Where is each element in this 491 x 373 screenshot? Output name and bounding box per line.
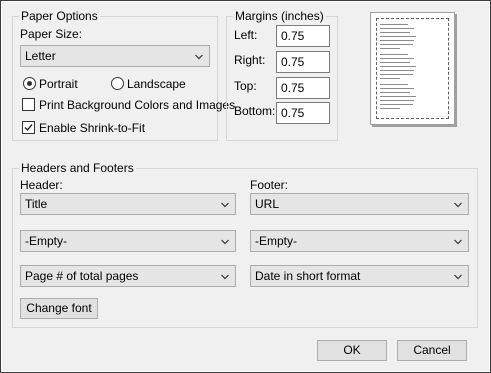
paper-options-title: Paper Options — [19, 9, 100, 23]
paper-size-value: Letter — [25, 49, 56, 63]
preview-text-line — [380, 24, 408, 25]
ok-button[interactable]: OK — [317, 340, 387, 361]
print-background-checkbox[interactable] — [22, 98, 35, 111]
preview-text-line — [380, 40, 414, 41]
chevron-down-icon — [221, 202, 229, 208]
preview-text-line — [380, 28, 414, 29]
header-label: Header: — [20, 178, 63, 192]
margin-top-input[interactable]: 0.75 — [276, 77, 330, 99]
preview-text-line — [380, 84, 408, 85]
footer-select-2-value: -Empty- — [255, 234, 297, 248]
preview-text-line — [380, 48, 400, 49]
shrink-to-fit-label[interactable]: Enable Shrink-to-Fit — [39, 121, 145, 135]
margin-left-input[interactable]: 0.75 — [276, 25, 330, 47]
margin-bottom-input[interactable]: 0.75 — [276, 102, 330, 124]
preview-text-line — [380, 58, 414, 59]
footer-select-1-value: URL — [255, 197, 280, 211]
preview-text-line — [380, 36, 416, 37]
preview-text-line — [380, 70, 414, 71]
portrait-radio[interactable] — [23, 77, 36, 90]
chevron-down-icon — [454, 274, 462, 280]
headers-footers-title: Headers and Footers — [19, 161, 136, 175]
preview-text-line — [380, 92, 410, 93]
header-select-1-value: Title — [25, 197, 48, 211]
preview-text-line — [380, 104, 413, 105]
header-select-2[interactable]: -Empty- — [20, 230, 236, 252]
change-font-button[interactable]: Change font — [20, 298, 98, 319]
page-preview — [370, 12, 455, 125]
landscape-label[interactable]: Landscape — [127, 77, 186, 91]
page-setup-dialog: Paper Options Paper Size: Letter Portrai… — [0, 0, 491, 373]
preview-text-line — [380, 66, 416, 67]
chevron-down-icon — [454, 202, 462, 208]
header-select-2-value: -Empty- — [25, 234, 67, 248]
margin-top-label: Top: — [234, 79, 257, 93]
preview-text-line — [380, 88, 414, 89]
margin-right-input[interactable]: 0.75 — [276, 51, 330, 73]
checkmark-icon — [24, 124, 33, 132]
preview-text-line — [380, 62, 410, 63]
paper-size-label: Paper Size: — [20, 27, 83, 41]
margin-bottom-label: Bottom: — [234, 104, 276, 118]
chevron-down-icon — [454, 239, 462, 245]
chevron-down-icon — [195, 54, 203, 60]
header-select-3[interactable]: Page # of total pages — [20, 265, 236, 287]
portrait-radio-dot — [27, 81, 32, 86]
margins-title: Margins (inches) — [233, 9, 326, 23]
preview-text-line — [380, 44, 413, 45]
footer-label: Footer: — [250, 178, 289, 192]
preview-text-line — [380, 78, 400, 79]
preview-text-line — [380, 108, 400, 109]
header-select-1[interactable]: Title — [20, 193, 236, 215]
margin-right-label: Right: — [234, 53, 266, 67]
preview-text-line — [380, 100, 414, 101]
preview-text-line — [380, 54, 408, 55]
footer-select-3-value: Date in short format — [255, 269, 361, 283]
portrait-label[interactable]: Portrait — [39, 77, 78, 91]
margin-left-label: Left: — [234, 28, 258, 42]
print-background-label[interactable]: Print Background Colors and Images — [39, 98, 235, 112]
chevron-down-icon — [221, 239, 229, 245]
header-select-3-value: Page # of total pages — [25, 269, 139, 283]
footer-select-3[interactable]: Date in short format — [250, 265, 469, 287]
paper-size-select[interactable]: Letter — [20, 45, 210, 67]
preview-text-line — [380, 96, 416, 97]
chevron-down-icon — [221, 274, 229, 280]
landscape-radio[interactable] — [111, 77, 124, 90]
cancel-button[interactable]: Cancel — [397, 340, 467, 361]
preview-text-line — [380, 32, 410, 33]
footer-select-2[interactable]: -Empty- — [250, 230, 469, 252]
shrink-to-fit-checkbox[interactable] — [22, 121, 35, 134]
footer-select-1[interactable]: URL — [250, 193, 469, 215]
preview-text-line — [380, 74, 413, 75]
